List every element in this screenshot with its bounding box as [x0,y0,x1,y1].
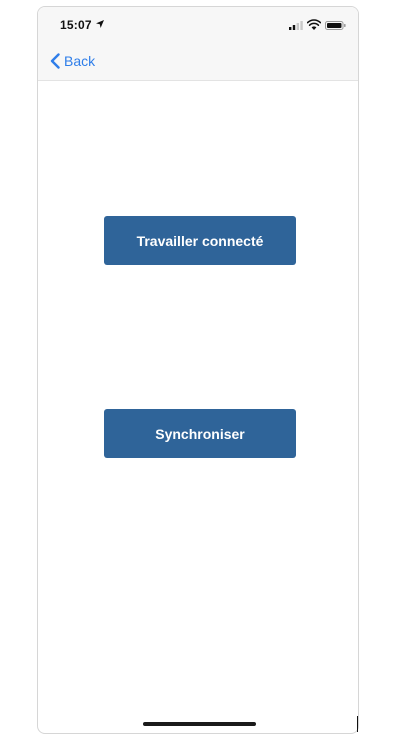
wifi-icon [307,19,321,30]
screen: 15:07 Back Travailler connecté Synchroni… [0,0,393,738]
status-bar: 15:07 [38,7,358,43]
synchronize-button[interactable]: Synchroniser [104,409,296,458]
work-connected-button[interactable]: Travailler connecté [104,216,296,265]
status-time: 15:07 [60,18,92,32]
frame-edge-mark [357,716,358,732]
chevron-left-icon [50,53,60,69]
location-arrow-icon [96,20,104,28]
phone-frame: 15:07 Back Travailler connecté Synchroni… [37,6,359,734]
battery-icon [325,21,346,30]
cellular-signal-icon [289,21,303,30]
back-label: Back [64,53,96,69]
navigation-bar: Back [38,43,358,81]
home-indicator[interactable] [143,722,256,726]
back-button[interactable]: Back [50,51,95,71]
